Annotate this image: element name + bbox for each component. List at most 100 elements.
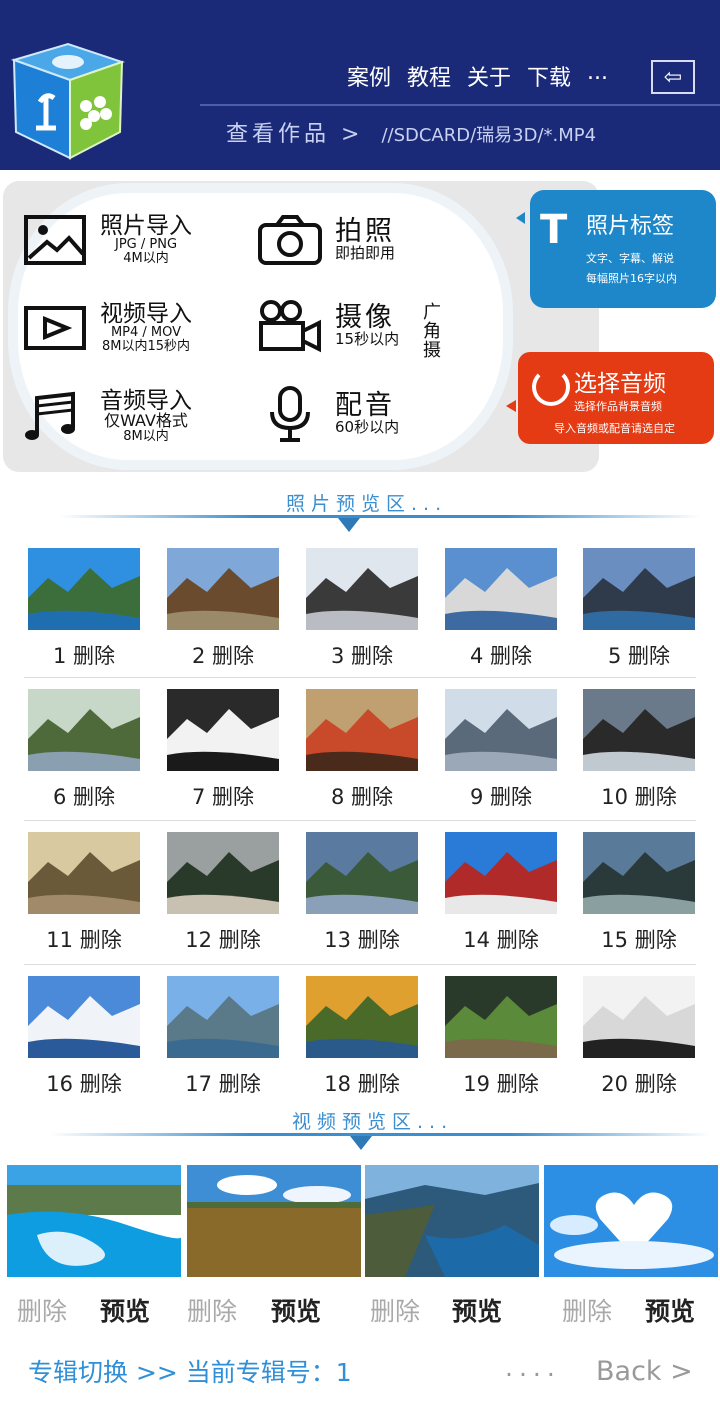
audio-import-button[interactable]: 音频导入 仅WAV格式 8M以内 [20,386,192,446]
photo-thumb-1[interactable] [28,548,140,630]
take-photo-button[interactable]: 拍照 即拍即用 [255,210,395,270]
photo-thumb-11[interactable] [28,832,140,914]
record-video-sub: 15秒以内 [335,330,400,349]
video-3-preview-button[interactable]: 预览 [452,1292,502,1328]
nav-more[interactable]: ... [587,60,608,92]
photo-12-delete-button[interactable]: 12 删除 [153,924,293,954]
photo-13-delete-button[interactable]: 13 删除 [292,924,432,954]
photo-6-delete-button[interactable]: 6 删除 [14,781,154,811]
photo-17-delete-button[interactable]: 17 删除 [153,1068,293,1098]
video-import-title: 视频导入 [100,301,192,328]
photo-thumb-8[interactable] [306,689,418,771]
select-audio-desc1: 选择作品背景音频 [574,400,662,413]
photo-thumb-9[interactable] [445,689,557,771]
photo-7-delete-button[interactable]: 7 删除 [153,781,293,811]
photo-thumb-2[interactable] [167,548,279,630]
video-3-delete-button[interactable]: 删除 [370,1292,420,1328]
nav-cases[interactable]: 案例 [347,60,391,92]
photo-thumb-4[interactable] [445,548,557,630]
works-path-text: //SDCARD/瑞易3D/*.MP4 [381,125,597,146]
nav-tutorial[interactable]: 教程 [407,60,451,92]
image-icon [20,210,90,270]
photo-thumb-18[interactable] [306,976,418,1058]
video-1-preview-button[interactable]: 预览 [100,1292,150,1328]
video-section-divider [50,1133,710,1136]
select-audio-card[interactable]: 选择音频 选择作品背景音频 导入音频或配音请选自定 [518,352,714,444]
video-section-caret-icon [350,1136,372,1150]
photo-thumb-13[interactable] [306,832,418,914]
photo-thumb-7[interactable] [167,689,279,771]
take-photo-title: 拍照 [335,215,395,247]
photo-18-delete-button[interactable]: 18 删除 [292,1068,432,1098]
video-camera-icon [255,296,325,356]
app-logo-cube-icon[interactable] [10,40,125,160]
photo-thumb-10[interactable] [583,689,695,771]
photo-import-limit: 4M以内 [123,251,169,267]
photo-thumb-12[interactable] [167,832,279,914]
photo-20-delete-button[interactable]: 20 删除 [569,1068,709,1098]
view-works-link[interactable]: 查看作品 > [226,116,363,148]
photo-thumb-16[interactable] [28,976,140,1058]
video-import-button[interactable]: 视频导入 MP4 / MOV 8M以内15秒内 [20,298,192,358]
text-t-icon: T [540,207,568,253]
video-thumb-2[interactable] [187,1165,361,1277]
video-thumb-3[interactable] [365,1165,539,1277]
photo-thumb-20[interactable] [583,976,695,1058]
video-4-preview-button[interactable]: 预览 [645,1292,695,1328]
camera-icon [255,210,325,270]
video-2-delete-button[interactable]: 删除 [187,1292,237,1328]
photo-15-delete-button[interactable]: 15 删除 [569,924,709,954]
photo-9-delete-button[interactable]: 9 删除 [431,781,571,811]
photo-row-divider-1 [24,677,696,678]
photo-row-divider-3 [24,964,696,965]
photo-19-delete-button[interactable]: 19 删除 [431,1068,571,1098]
photo-16-delete-button[interactable]: 16 删除 [14,1068,154,1098]
nav-download[interactable]: 下载 [527,60,571,92]
wide-angle-label[interactable]: 广角摄 [423,303,441,361]
refresh-icon [532,368,570,406]
photo-thumb-5[interactable] [583,548,695,630]
dubbing-button[interactable]: 配音 60秒以内 [255,384,399,444]
video-preview-title: 视频预览区... [292,1111,454,1133]
video-1-delete-button[interactable]: 删除 [17,1292,67,1328]
photo-11-delete-button[interactable]: 11 删除 [14,924,154,954]
video-thumb-1[interactable] [7,1165,181,1277]
photo-row-divider-2 [24,820,696,821]
back-arrow-icon[interactable]: ⇦ [651,60,695,94]
view-works-row[interactable]: 查看作品 > //SDCARD/瑞易3D/*.MP4 [226,116,596,148]
audio-import-limit: 8M以内 [123,428,169,444]
photo-thumb-6[interactable] [28,689,140,771]
audio-import-formats: 仅WAV格式 [104,410,188,430]
label-card-pointer [516,212,525,224]
audio-import-title: 音频导入 [100,387,192,414]
photo-2-delete-button[interactable]: 2 删除 [153,640,293,670]
dubbing-title: 配音 [335,389,395,421]
photo-5-delete-button[interactable]: 5 删除 [569,640,709,670]
video-thumb-4[interactable] [544,1165,718,1277]
photo-preview-title: 照片预览区... [286,493,448,515]
photo-1-delete-button[interactable]: 1 删除 [14,640,154,670]
photo-4-delete-button[interactable]: 4 删除 [431,640,571,670]
photo-section-caret-icon [338,518,360,532]
nav-about[interactable]: 关于 [467,60,511,92]
photo-thumb-14[interactable] [445,832,557,914]
photo-10-delete-button[interactable]: 10 删除 [569,781,709,811]
select-audio-desc2: 导入音频或配音请选自定 [554,422,675,435]
photo-thumb-19[interactable] [445,976,557,1058]
photo-3-delete-button[interactable]: 3 删除 [292,640,432,670]
photo-thumb-17[interactable] [167,976,279,1058]
photo-import-button[interactable]: 照片导入 JPG / PNG 4M以内 [20,210,192,270]
app-header: 案例 教程 关于 下载 ... ⇦ 查看作品 > //SDCARD/瑞易3D/*… [0,0,720,170]
photo-label-desc2: 每幅照片16字以内 [586,272,677,285]
video-2-preview-button[interactable]: 预览 [271,1292,321,1328]
back-link[interactable]: Back > [596,1356,693,1387]
app-screen: 案例 教程 关于 下载 ... ⇦ 查看作品 > //SDCARD/瑞易3D/*… [0,0,720,1420]
photo-thumb-3[interactable] [306,548,418,630]
album-switch-link[interactable]: 专辑切换 >> 当前专辑号：1 [28,1353,352,1389]
photo-thumb-15[interactable] [583,832,695,914]
photo-label-card[interactable]: T 照片标签 文字、字幕、解说 每幅照片16字以内 [530,190,716,308]
video-4-delete-button[interactable]: 删除 [562,1292,612,1328]
photo-14-delete-button[interactable]: 14 删除 [431,924,571,954]
photo-8-delete-button[interactable]: 8 删除 [292,781,432,811]
record-video-button[interactable]: 摄像 15秒以内 广角摄 [255,296,441,360]
